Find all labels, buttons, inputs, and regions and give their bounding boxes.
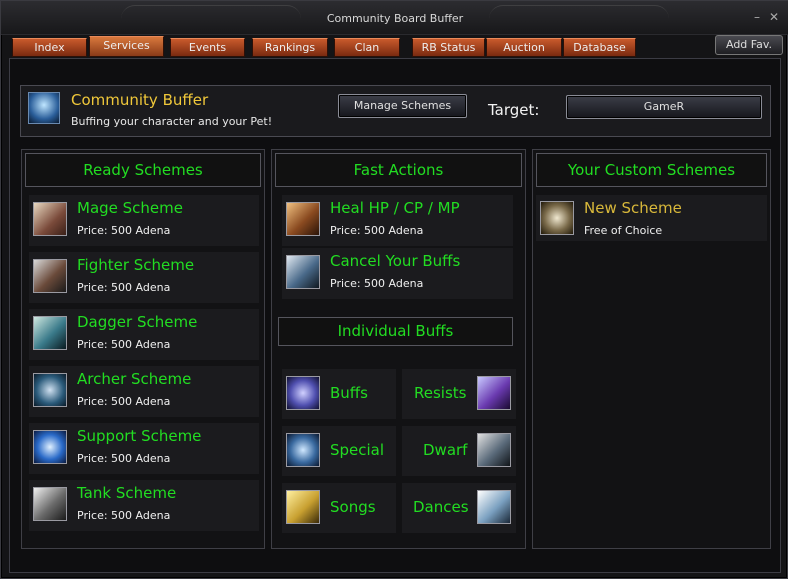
custom-scheme-price: Free of Choice (584, 224, 663, 237)
individual-resists[interactable]: Resists (402, 369, 516, 419)
support-icon (33, 430, 67, 464)
dwarf-icon (477, 433, 511, 467)
individual-label: Buffs (330, 384, 368, 402)
scheme-name: Mage Scheme (77, 199, 183, 217)
scheme-name: Fighter Scheme (77, 256, 195, 274)
resists-icon (477, 376, 511, 410)
mage-icon (33, 202, 67, 236)
individual-label: Dances (413, 498, 469, 516)
tab-events[interactable]: Events (170, 38, 245, 57)
scheme-price: Price: 500 Adena (77, 395, 171, 408)
window-title: Community Board Buffer (326, 12, 464, 25)
fast-actions-heading: Fast Actions (275, 153, 522, 187)
target-selector[interactable]: GameR (566, 95, 762, 119)
individual-label: Dwarf (423, 441, 468, 459)
action-name: Heal HP / CP / MP (330, 199, 460, 217)
scheme-support[interactable]: Support Scheme Price: 500 Adena (29, 423, 259, 474)
cancel-icon (286, 255, 320, 289)
individual-label: Resists (414, 384, 467, 402)
custom-schemes-heading: Your Custom Schemes (536, 153, 767, 187)
action-price: Price: 500 Adena (330, 277, 424, 290)
buffs-icon (286, 376, 320, 410)
scheme-mage[interactable]: Mage Scheme Price: 500 Adena (29, 195, 259, 246)
scheme-name: Archer Scheme (77, 370, 192, 388)
archer-icon (33, 373, 67, 407)
songs-icon (286, 490, 320, 524)
action-heal[interactable]: Heal HP / CP / MP Price: 500 Adena (282, 195, 513, 246)
community-buffer-icon (28, 92, 60, 124)
scheme-price: Price: 500 Adena (77, 509, 171, 522)
scheme-archer[interactable]: Archer Scheme Price: 500 Adena (29, 366, 259, 417)
individual-label: Songs (330, 498, 376, 516)
fighter-icon (33, 259, 67, 293)
action-cancel-buffs[interactable]: Cancel Your Buffs Price: 500 Adena (282, 248, 513, 299)
scheme-price: Price: 500 Adena (77, 452, 171, 465)
title-bar[interactable]: Community Board Buffer – ✕ (1, 1, 788, 35)
individual-dances[interactable]: Dances (402, 483, 516, 533)
tab-rankings[interactable]: Rankings (252, 38, 328, 57)
ready-schemes-heading: Ready Schemes (25, 153, 261, 187)
tab-clan[interactable]: Clan (334, 38, 400, 57)
tab-rb-status[interactable]: RB Status (412, 38, 485, 57)
manage-schemes-button[interactable]: Manage Schemes (338, 94, 467, 118)
action-price: Price: 500 Adena (330, 224, 424, 237)
dagger-icon (33, 316, 67, 350)
scheme-fighter[interactable]: Fighter Scheme Price: 500 Adena (29, 252, 259, 303)
scheme-price: Price: 500 Adena (77, 281, 171, 294)
individual-special[interactable]: Special (282, 426, 396, 476)
target-label: Target: (488, 101, 540, 119)
scheme-name: Support Scheme (77, 427, 202, 445)
dances-icon (477, 490, 511, 524)
heal-icon (286, 202, 320, 236)
header-title: Community Buffer (71, 91, 209, 109)
individual-buffs[interactable]: Buffs (282, 369, 396, 419)
individual-dwarf[interactable]: Dwarf (402, 426, 516, 476)
custom-scheme-name: New Scheme (584, 199, 682, 217)
tab-services[interactable]: Services (89, 36, 164, 57)
individual-buffs-heading: Individual Buffs (278, 317, 513, 346)
buffer-window: Community Board Buffer – ✕ Index Service… (0, 0, 788, 579)
header-subtitle: Buffing your character and your Pet! (71, 115, 273, 128)
tab-index[interactable]: Index (12, 38, 87, 57)
scheme-tank[interactable]: Tank Scheme Price: 500 Adena (29, 480, 259, 531)
scheme-price: Price: 500 Adena (77, 338, 171, 351)
scheme-price: Price: 500 Adena (77, 224, 171, 237)
scheme-dagger[interactable]: Dagger Scheme Price: 500 Adena (29, 309, 259, 360)
new-scheme-icon (540, 201, 574, 235)
scheme-name: Tank Scheme (77, 484, 177, 502)
action-name: Cancel Your Buffs (330, 252, 461, 270)
scheme-name: Dagger Scheme (77, 313, 198, 331)
minimize-icon[interactable]: – (750, 10, 764, 24)
tab-database[interactable]: Database (563, 38, 636, 57)
custom-scheme-new[interactable]: New Scheme Free of Choice (536, 195, 767, 241)
special-icon (286, 433, 320, 467)
add-favorite-button[interactable]: Add Fav. (715, 35, 783, 55)
tab-auction[interactable]: Auction (486, 38, 562, 57)
individual-songs[interactable]: Songs (282, 483, 396, 533)
close-icon[interactable]: ✕ (767, 10, 781, 24)
individual-label: Special (330, 441, 385, 459)
tank-icon (33, 487, 67, 521)
